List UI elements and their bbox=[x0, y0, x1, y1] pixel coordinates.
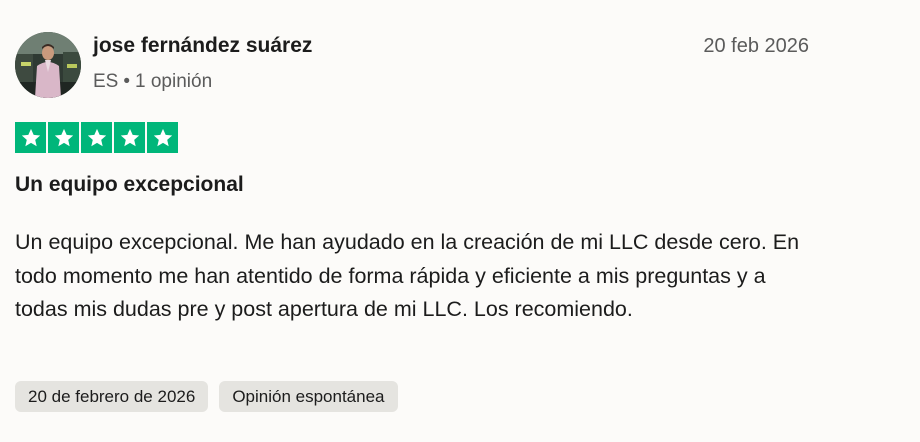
star-rating bbox=[15, 122, 178, 153]
star-icon bbox=[147, 122, 178, 153]
review-date: 20 feb 2026 bbox=[703, 35, 809, 57]
review-type-tag[interactable]: Opinión espontánea bbox=[219, 381, 398, 412]
experience-date-tag: 20 de febrero de 2026 bbox=[15, 381, 209, 412]
reviewer-avatar[interactable] bbox=[15, 32, 81, 98]
reviewer-meta: ES • 1 opinión bbox=[93, 71, 212, 93]
review-card: jose fernández suárez ES • 1 opinión 20 fe… bbox=[0, 0, 920, 442]
star-icon bbox=[48, 122, 79, 153]
meta-separator: • bbox=[123, 71, 131, 92]
reviewer-name[interactable]: jose fernández suárez bbox=[93, 34, 312, 58]
avatar-photo-icon bbox=[15, 32, 81, 98]
reviewer-country: ES bbox=[93, 71, 119, 92]
star-icon bbox=[81, 122, 112, 153]
review-title[interactable]: Un equipo excepcional bbox=[15, 173, 244, 197]
star-icon bbox=[114, 122, 145, 153]
review-tags: 20 de febrero de 2026 Opinión espontánea bbox=[15, 381, 398, 412]
reviewer-review-count: 1 opinión bbox=[135, 71, 213, 92]
star-icon bbox=[15, 122, 46, 153]
review-body: Un equipo excepcional. Me han ayudado en… bbox=[15, 230, 800, 321]
